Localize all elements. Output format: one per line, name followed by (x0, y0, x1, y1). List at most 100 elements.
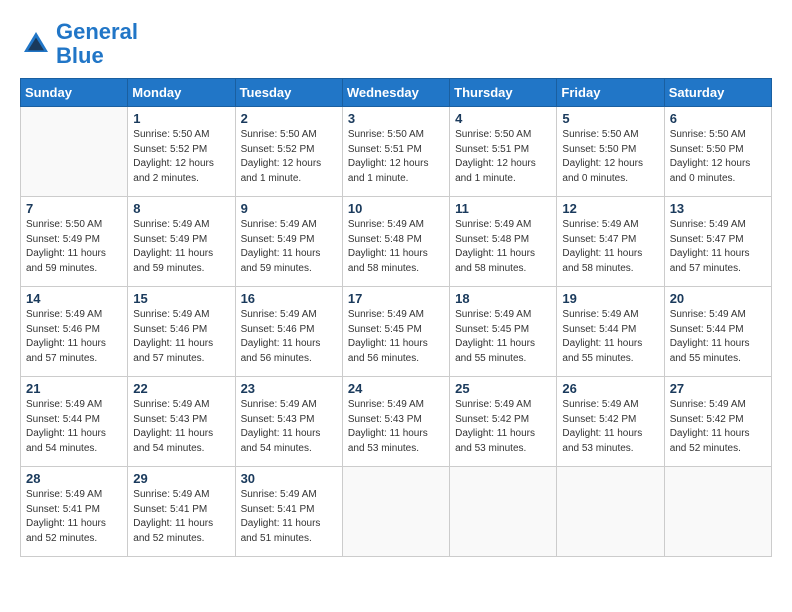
day-cell: 28 Sunrise: 5:49 AM Sunset: 5:41 PM Dayli… (21, 467, 128, 557)
day-number: 10 (348, 201, 444, 216)
day-number: 11 (455, 201, 551, 216)
day-info: Sunrise: 5:49 AM Sunset: 5:47 PM Dayligh… (670, 218, 766, 276)
day-cell: 2 Sunrise: 5:50 AM Sunset: 5:52 PM Daylig… (235, 107, 342, 197)
day-cell: 27Sunrise: 5:49 AM Sunset: 5:42 PM Dayli… (664, 377, 771, 467)
day-cell: 24 Sunrise: 5:49 AM Sunset: 5:43 PM Dayli… (342, 377, 449, 467)
day-info: Sunrise: 5:49 AM Sunset: 5:44 PM Dayligh… (670, 308, 766, 366)
day-info: Sunrise: 5:50 AM Sunset: 5:50 PM Dayligh… (670, 128, 766, 186)
day-cell (557, 467, 664, 557)
day-cell (342, 467, 449, 557)
day-cell: 22 Sunrise: 5:49 AM Sunset: 5:43 PM Dayli… (128, 377, 235, 467)
page-header: General Blue (20, 20, 772, 68)
day-cell: 25Sunrise: 5:49 AM Sunset: 5:42 PM Dayli… (450, 377, 557, 467)
day-cell: 19 Sunrise: 5:49 AM Sunset: 5:44 PM Dayli… (557, 287, 664, 377)
day-cell: 29 Sunrise: 5:49 AM Sunset: 5:41 PM Dayli… (128, 467, 235, 557)
day-info: Sunrise: 5:49 AM Sunset: 5:45 PM Dayligh… (348, 308, 444, 366)
day-number: 4 (455, 111, 551, 126)
week-row-3: 14 Sunrise: 5:49 AM Sunset: 5:46 PM Dayli… (21, 287, 772, 377)
day-cell: 7 Sunrise: 5:50 AM Sunset: 5:49 PM Daylig… (21, 197, 128, 287)
day-number: 1 (133, 111, 229, 126)
day-number: 30 (241, 471, 337, 486)
week-row-2: 7 Sunrise: 5:50 AM Sunset: 5:49 PM Daylig… (21, 197, 772, 287)
day-number: 3 (348, 111, 444, 126)
day-number: 13 (670, 201, 766, 216)
calendar-table: SundayMondayTuesdayWednesdayThursdayFrid… (20, 78, 772, 557)
day-number: 7 (26, 201, 122, 216)
col-header-thursday: Thursday (450, 79, 557, 107)
logo-icon (20, 28, 52, 60)
col-header-friday: Friday (557, 79, 664, 107)
day-cell: 5 Sunrise: 5:50 AM Sunset: 5:50 PM Daylig… (557, 107, 664, 197)
day-number: 24 (348, 381, 444, 396)
day-cell: 30Sunrise: 5:49 AM Sunset: 5:41 PM Dayli… (235, 467, 342, 557)
day-cell: 14 Sunrise: 5:49 AM Sunset: 5:46 PM Dayli… (21, 287, 128, 377)
day-number: 20 (670, 291, 766, 306)
day-info: Sunrise: 5:50 AM Sunset: 5:51 PM Dayligh… (455, 128, 551, 186)
day-info: Sunrise: 5:49 AM Sunset: 5:44 PM Dayligh… (562, 308, 658, 366)
day-cell: 20 Sunrise: 5:49 AM Sunset: 5:44 PM Dayli… (664, 287, 771, 377)
day-number: 21 (26, 381, 122, 396)
day-cell: 1 Sunrise: 5:50 AM Sunset: 5:52 PM Daylig… (128, 107, 235, 197)
day-info: Sunrise: 5:50 AM Sunset: 5:51 PM Dayligh… (348, 128, 444, 186)
day-info: Sunrise: 5:49 AM Sunset: 5:48 PM Dayligh… (348, 218, 444, 276)
day-info: Sunrise: 5:49 AM Sunset: 5:41 PM Dayligh… (26, 488, 122, 546)
day-info: Sunrise: 5:49 AM Sunset: 5:49 PM Dayligh… (133, 218, 229, 276)
day-number: 9 (241, 201, 337, 216)
day-info: Sunrise: 5:49 AM Sunset: 5:46 PM Dayligh… (241, 308, 337, 366)
day-number: 14 (26, 291, 122, 306)
logo-text: General Blue (56, 20, 138, 68)
day-cell: 6Sunrise: 5:50 AM Sunset: 5:50 PM Daylig… (664, 107, 771, 197)
day-info: Sunrise: 5:49 AM Sunset: 5:43 PM Dayligh… (348, 398, 444, 456)
day-info: Sunrise: 5:49 AM Sunset: 5:45 PM Dayligh… (455, 308, 551, 366)
day-info: Sunrise: 5:50 AM Sunset: 5:49 PM Dayligh… (26, 218, 122, 276)
day-info: Sunrise: 5:49 AM Sunset: 5:43 PM Dayligh… (241, 398, 337, 456)
day-number: 17 (348, 291, 444, 306)
day-info: Sunrise: 5:50 AM Sunset: 5:50 PM Dayligh… (562, 128, 658, 186)
day-cell: 4 Sunrise: 5:50 AM Sunset: 5:51 PM Daylig… (450, 107, 557, 197)
day-number: 8 (133, 201, 229, 216)
day-cell: 9 Sunrise: 5:49 AM Sunset: 5:49 PM Daylig… (235, 197, 342, 287)
day-cell (450, 467, 557, 557)
day-info: Sunrise: 5:50 AM Sunset: 5:52 PM Dayligh… (133, 128, 229, 186)
col-header-sunday: Sunday (21, 79, 128, 107)
week-row-4: 21 Sunrise: 5:49 AM Sunset: 5:44 PM Dayli… (21, 377, 772, 467)
day-number: 12 (562, 201, 658, 216)
day-number: 2 (241, 111, 337, 126)
day-info: Sunrise: 5:49 AM Sunset: 5:44 PM Dayligh… (26, 398, 122, 456)
day-cell: 16Sunrise: 5:49 AM Sunset: 5:46 PM Dayli… (235, 287, 342, 377)
day-info: Sunrise: 5:49 AM Sunset: 5:46 PM Dayligh… (133, 308, 229, 366)
day-number: 28 (26, 471, 122, 486)
day-cell: 15 Sunrise: 5:49 AM Sunset: 5:46 PM Dayli… (128, 287, 235, 377)
day-cell: 23Sunrise: 5:49 AM Sunset: 5:43 PM Dayli… (235, 377, 342, 467)
day-info: Sunrise: 5:49 AM Sunset: 5:42 PM Dayligh… (670, 398, 766, 456)
day-number: 22 (133, 381, 229, 396)
day-number: 25 (455, 381, 551, 396)
day-info: Sunrise: 5:49 AM Sunset: 5:47 PM Dayligh… (562, 218, 658, 276)
week-row-5: 28 Sunrise: 5:49 AM Sunset: 5:41 PM Dayli… (21, 467, 772, 557)
day-info: Sunrise: 5:49 AM Sunset: 5:41 PM Dayligh… (133, 488, 229, 546)
logo: General Blue (20, 20, 138, 68)
day-cell: 17 Sunrise: 5:49 AM Sunset: 5:45 PM Dayli… (342, 287, 449, 377)
col-header-monday: Monday (128, 79, 235, 107)
day-info: Sunrise: 5:49 AM Sunset: 5:49 PM Dayligh… (241, 218, 337, 276)
day-cell: 18Sunrise: 5:49 AM Sunset: 5:45 PM Dayli… (450, 287, 557, 377)
day-info: Sunrise: 5:49 AM Sunset: 5:42 PM Dayligh… (562, 398, 658, 456)
day-cell: 21 Sunrise: 5:49 AM Sunset: 5:44 PM Dayli… (21, 377, 128, 467)
day-number: 5 (562, 111, 658, 126)
day-number: 19 (562, 291, 658, 306)
day-cell: 3 Sunrise: 5:50 AM Sunset: 5:51 PM Daylig… (342, 107, 449, 197)
day-info: Sunrise: 5:49 AM Sunset: 5:43 PM Dayligh… (133, 398, 229, 456)
day-cell (21, 107, 128, 197)
day-info: Sunrise: 5:50 AM Sunset: 5:52 PM Dayligh… (241, 128, 337, 186)
day-number: 29 (133, 471, 229, 486)
day-cell: 12 Sunrise: 5:49 AM Sunset: 5:47 PM Dayli… (557, 197, 664, 287)
col-header-tuesday: Tuesday (235, 79, 342, 107)
week-row-1: 1 Sunrise: 5:50 AM Sunset: 5:52 PM Daylig… (21, 107, 772, 197)
day-number: 26 (562, 381, 658, 396)
day-number: 15 (133, 291, 229, 306)
day-cell: 26 Sunrise: 5:49 AM Sunset: 5:42 PM Dayli… (557, 377, 664, 467)
day-info: Sunrise: 5:49 AM Sunset: 5:46 PM Dayligh… (26, 308, 122, 366)
day-cell (664, 467, 771, 557)
day-cell: 10 Sunrise: 5:49 AM Sunset: 5:48 PM Dayli… (342, 197, 449, 287)
day-info: Sunrise: 5:49 AM Sunset: 5:48 PM Dayligh… (455, 218, 551, 276)
